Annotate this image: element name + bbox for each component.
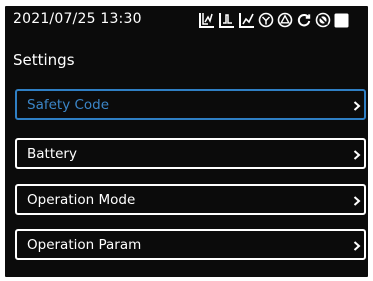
refresh-icon <box>297 14 311 27</box>
chevron-right-icon <box>353 101 361 111</box>
menu-item-label: Battery <box>27 146 77 162</box>
menu-item-safety-code[interactable]: Safety Code <box>15 89 366 120</box>
status-bar: 2021/07/25 13:30 <box>5 6 368 32</box>
menu-item-label: Safety Code <box>27 97 110 113</box>
menu-item-label: Operation Mode <box>27 192 136 208</box>
menu-item-battery[interactable]: Battery <box>15 138 366 169</box>
menu-item-operation-param[interactable]: Operation Param <box>15 229 366 260</box>
pv-curve-icon <box>199 12 214 28</box>
square-icon <box>334 13 349 27</box>
page-title: Settings <box>13 51 75 69</box>
chevron-right-icon <box>353 241 361 251</box>
inverter-screen: 2021/07/25 13:30 Settings Safety Code Ba… <box>5 6 368 277</box>
no-entry-icon <box>315 12 331 28</box>
menu-item-operation-mode[interactable]: Operation Mode <box>15 184 366 215</box>
grid-curve-icon <box>219 12 234 28</box>
load-curve-icon <box>239 12 254 28</box>
chevron-right-icon <box>353 196 361 206</box>
datetime: 2021/07/25 13:30 <box>13 11 142 27</box>
fan-circle-icon <box>258 12 274 28</box>
status-icons <box>198 11 349 29</box>
chevron-right-icon <box>353 150 361 160</box>
menu-item-label: Operation Param <box>27 237 142 253</box>
warning-circle-icon <box>277 12 293 28</box>
